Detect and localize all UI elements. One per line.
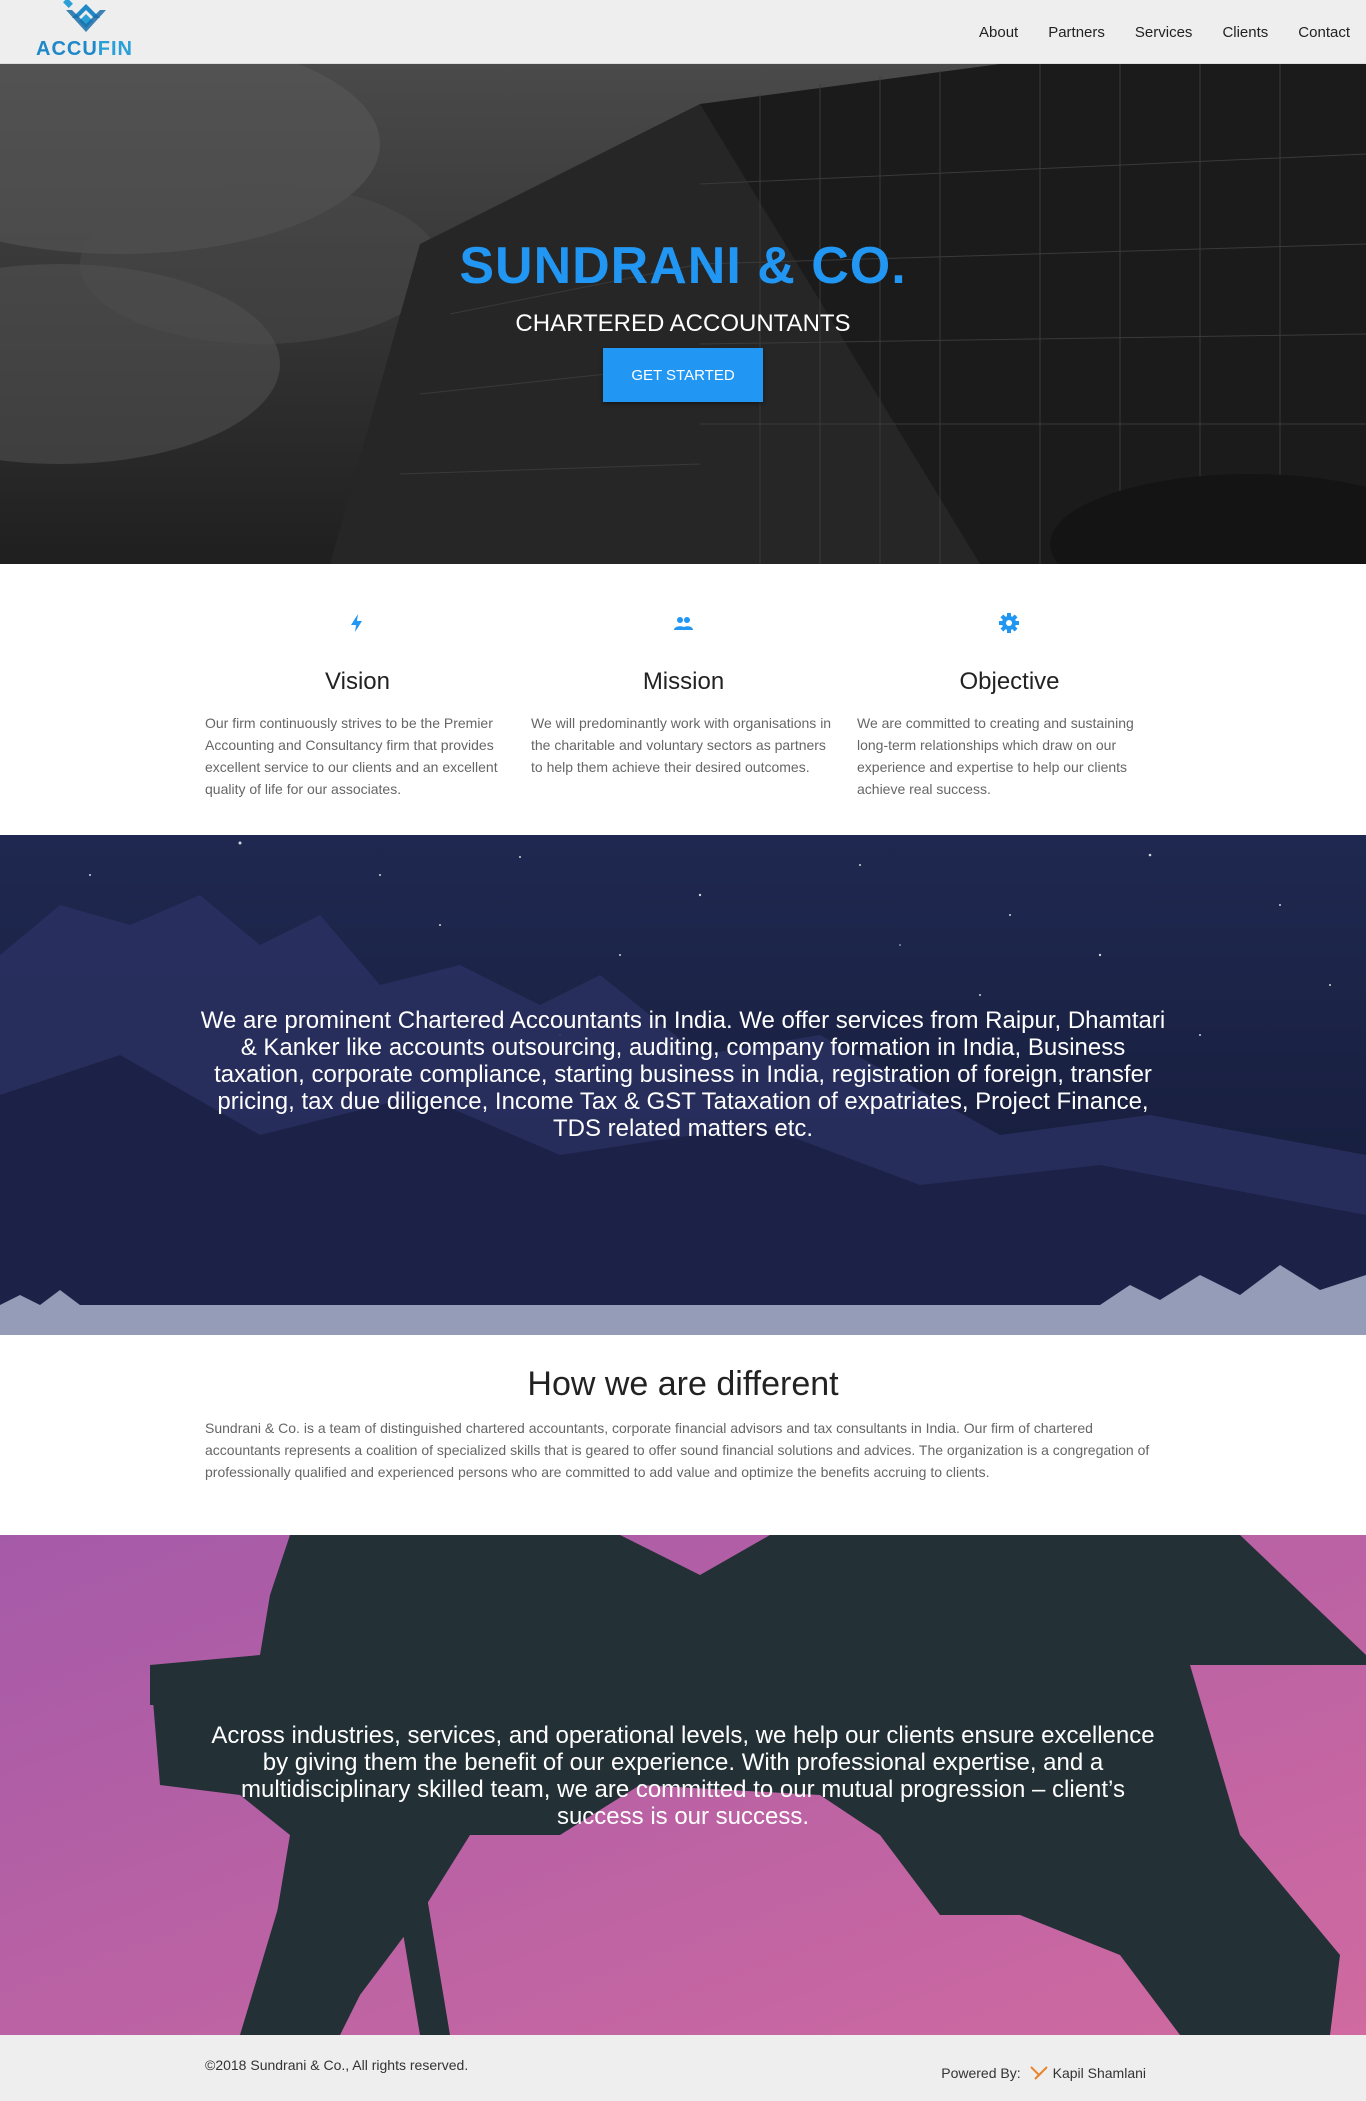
services-banner-text: We are prominent Chartered Accountants i…: [200, 1007, 1166, 1142]
gear-icon: [999, 613, 1019, 633]
different-heading: How we are different: [527, 1365, 839, 1403]
nav-services[interactable]: Services: [1135, 24, 1193, 41]
main-nav: About Partners Services Clients Contact: [979, 0, 1366, 64]
feature-title: Objective: [959, 668, 1060, 695]
nav-clients[interactable]: Clients: [1222, 24, 1268, 41]
people-icon: [674, 617, 693, 630]
feature-text: We are committed to creating and sustain…: [857, 715, 1134, 797]
powered-by: Powered By: Kapil Shamlani: [941, 2063, 1146, 2083]
site-header: ACCUFIN About Partners Services Clients …: [0, 0, 1366, 64]
lightning-icon: [351, 614, 362, 632]
logo-wordmark: ACCUFIN: [36, 38, 133, 61]
different-section: How we are different Sundrani & Co. is a…: [0, 1335, 1366, 1535]
brand-logo[interactable]: ACCUFIN: [36, 0, 140, 62]
logo-suffix: FIN: [97, 38, 133, 60]
nav-contact[interactable]: Contact: [1298, 24, 1350, 41]
logo-mark-icon: [63, 0, 106, 32]
feature-text: We will predominantly work with organisa…: [531, 715, 832, 775]
author-logo-icon: [1029, 2066, 1048, 2080]
experience-banner: Across industries, services, and operati…: [0, 1535, 1366, 2035]
nav-partners[interactable]: Partners: [1048, 24, 1105, 41]
experience-banner-text: Across industries, services, and operati…: [211, 1722, 1155, 1830]
feature-text: Our firm continuously strives to be the …: [205, 715, 498, 797]
nav-about[interactable]: About: [979, 24, 1018, 41]
feature-title: Mission: [642, 668, 725, 695]
hero-section: SUNDRANI & CO. CHARTERED ACCOUNTANTS GET…: [0, 64, 1366, 564]
services-banner: We are prominent Chartered Accountants i…: [0, 835, 1366, 1335]
hero-subtitle: CHARTERED ACCOUNTANTS: [515, 310, 851, 337]
author-link[interactable]: Kapil Shamlani: [1053, 2065, 1146, 2081]
different-text: Sundrani & Co. is a team of distinguishe…: [205, 1420, 1150, 1480]
features-section: Vision Our firm continuously strives to …: [0, 564, 1366, 835]
hero-title: SUNDRANI & CO.: [459, 237, 907, 295]
powered-by-label: Powered By:: [941, 2065, 1021, 2081]
logo-prefix: ACCU: [36, 38, 98, 60]
get-started-button[interactable]: GET STARTED: [603, 348, 763, 402]
site-footer: ©2018 Sundrani & Co., All rights reserve…: [0, 2035, 1366, 2101]
copyright-text: ©2018 Sundrani & Co., All rights reserve…: [205, 2057, 469, 2073]
feature-title: Vision: [325, 668, 390, 695]
